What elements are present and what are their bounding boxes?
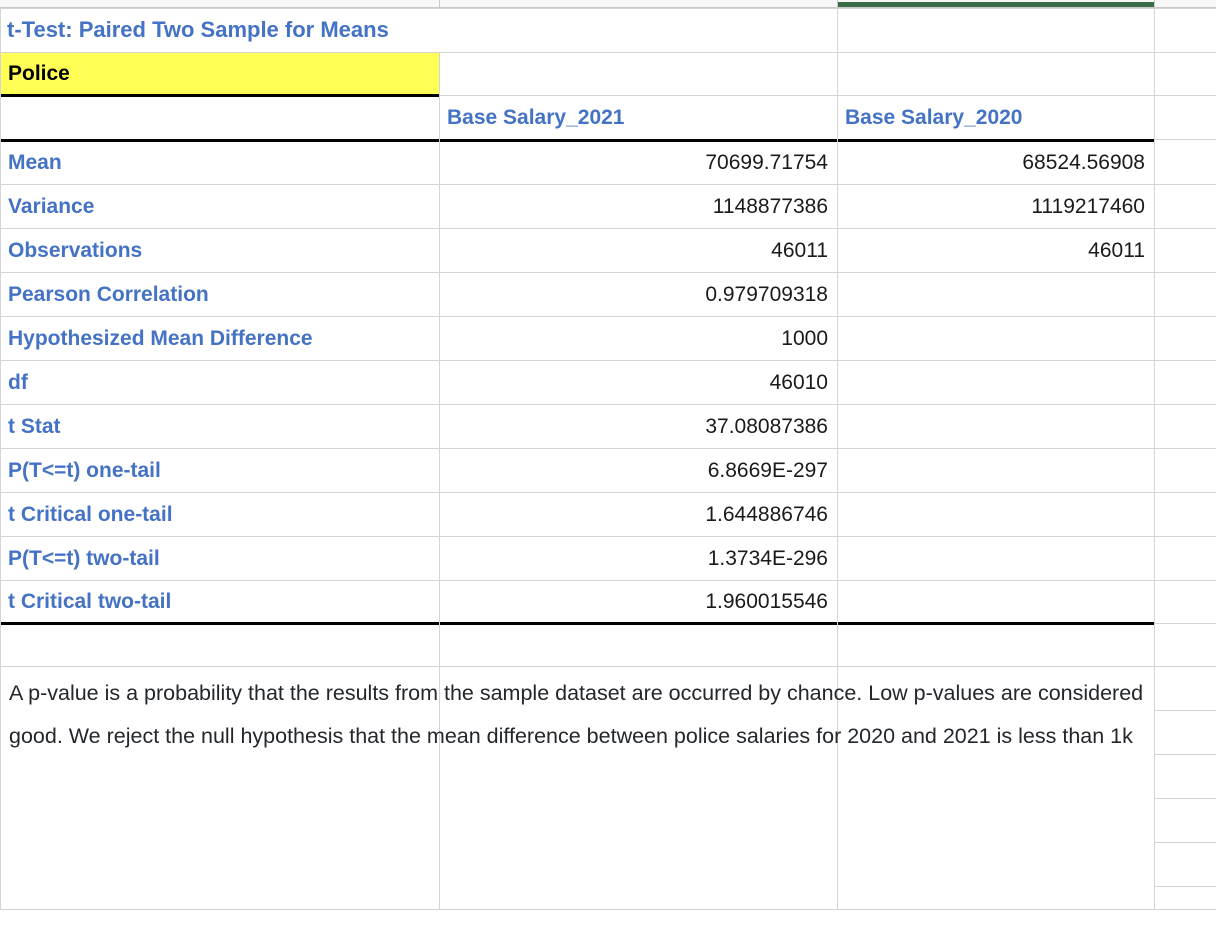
gridline-col-c-d <box>1154 8 1155 909</box>
gridline-row-14-right <box>1155 623 1216 624</box>
cell-observations-2020[interactable]: 46011 <box>838 229 1154 272</box>
cell-hypothesized-mean-difference-2020[interactable] <box>838 317 1154 360</box>
gridline-row-17-right <box>1155 754 1216 755</box>
gridline-row-15 <box>0 666 1216 667</box>
cell-p-one-tail-2021[interactable]: 6.8669E-297 <box>440 449 837 492</box>
gridline-row-20-right <box>1155 886 1216 887</box>
cell-pearson-correlation-2021[interactable]: 0.979709318 <box>440 273 837 316</box>
cell-mean-2020[interactable]: 68524.56908 <box>838 141 1154 184</box>
cell-t-critical-one-tail-2020[interactable] <box>838 493 1154 536</box>
column-header-base-salary-2020[interactable]: Base Salary_2020 <box>838 97 1154 139</box>
cell-df-2021[interactable]: 46010 <box>440 361 837 404</box>
column-header-divider-c-d <box>1154 0 1155 8</box>
column-header-a[interactable] <box>1 97 439 139</box>
row-label-p-one-tail[interactable]: P(T<=t) one-tail <box>1 449 439 492</box>
gridline-row-14-thick <box>0 622 1155 625</box>
column-header-divider-a-b <box>439 0 440 8</box>
cell-p-two-tail-2021[interactable]: 1.3734E-296 <box>440 537 837 580</box>
cell-variance-2021[interactable]: 1148877386 <box>440 185 837 228</box>
gridline-row-18-right <box>1155 798 1216 799</box>
row-label-variance[interactable]: Variance <box>1 185 439 228</box>
row-label-observations[interactable]: Observations <box>1 229 439 272</box>
cell-t-stat-2020[interactable] <box>838 405 1154 448</box>
gridline-row-2-right <box>439 95 1216 96</box>
row-label-mean[interactable]: Mean <box>1 141 439 184</box>
row-label-p-two-tail[interactable]: P(T<=t) two-tail <box>1 537 439 580</box>
group-label-cell[interactable]: Police <box>1 53 439 94</box>
p-value-explanation-note[interactable]: A p-value is a probability that the resu… <box>1 672 1154 807</box>
cell-t-stat-2021[interactable]: 37.08087386 <box>440 405 837 448</box>
cell-hypothesized-mean-difference-2021[interactable]: 1000 <box>440 317 837 360</box>
cell-observations-2021[interactable]: 46011 <box>440 229 837 272</box>
row-label-df[interactable]: df <box>1 361 439 404</box>
cell-variance-2020[interactable]: 1119217460 <box>838 185 1154 228</box>
cell-df-2020[interactable] <box>838 361 1154 404</box>
row-label-pearson-correlation[interactable]: Pearson Correlation <box>1 273 439 316</box>
selected-column-indicator <box>838 2 1154 7</box>
gridline-row-16-right <box>1155 710 1216 711</box>
cell-t-critical-two-tail-2020[interactable] <box>838 581 1154 622</box>
spreadsheet-canvas[interactable]: t-Test: Paired Two Sample for Means Poli… <box>0 0 1216 926</box>
column-header-base-salary-2021[interactable]: Base Salary_2021 <box>440 97 837 139</box>
row-label-t-stat[interactable]: t Stat <box>1 405 439 448</box>
analysis-title: t-Test: Paired Two Sample for Means <box>7 17 389 43</box>
gridline-row-3-right <box>1155 139 1216 140</box>
gridline-row-19-right <box>1155 842 1216 843</box>
row-label-t-critical-two-tail[interactable]: t Critical two-tail <box>1 581 439 622</box>
cell-mean-2021[interactable]: 70699.71754 <box>440 141 837 184</box>
cell-p-two-tail-2020[interactable] <box>838 537 1154 580</box>
cell-p-one-tail-2020[interactable] <box>838 449 1154 492</box>
cell-pearson-correlation-2020[interactable] <box>838 273 1154 316</box>
row-label-hypothesized-mean-difference[interactable]: Hypothesized Mean Difference <box>1 317 439 360</box>
gridline-row-21 <box>0 909 1216 910</box>
row-label-t-critical-one-tail[interactable]: t Critical one-tail <box>1 493 439 536</box>
cell-t-critical-one-tail-2021[interactable]: 1.644886746 <box>440 493 837 536</box>
cell-t-critical-two-tail-2021[interactable]: 1.960015546 <box>440 581 837 622</box>
